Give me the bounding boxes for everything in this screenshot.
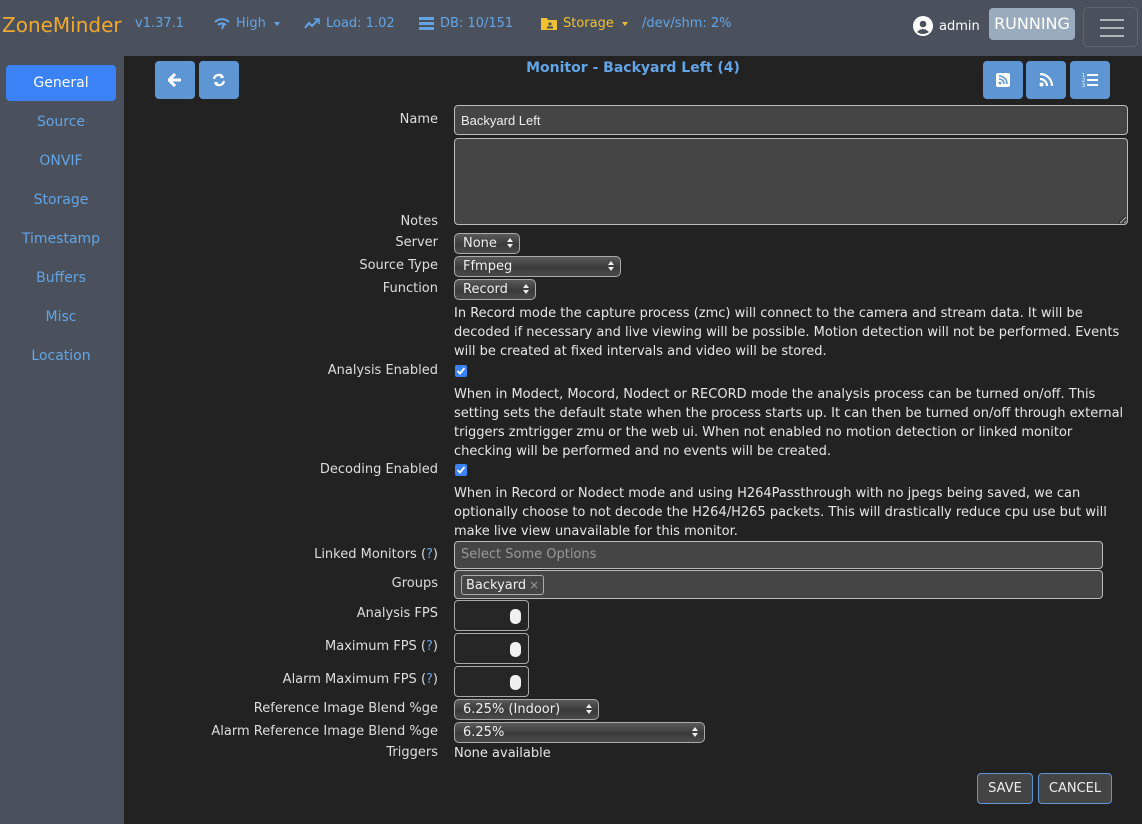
alarm-ref-blend-select[interactable]: 6.25%	[454, 722, 705, 743]
triggers-label: Triggers	[386, 745, 438, 760]
sidebar-item-source[interactable]: Source	[6, 104, 116, 140]
linked-monitors-label: Linked Monitors (?)	[314, 547, 438, 562]
function-label: Function	[382, 281, 438, 296]
spinner-icon[interactable]	[510, 675, 521, 690]
folder-user-icon	[541, 18, 557, 30]
svg-text:3: 3	[1082, 83, 1085, 88]
server-select[interactable]: None	[454, 233, 520, 254]
help-link[interactable]: ?	[426, 672, 433, 687]
spinner-icon[interactable]	[510, 609, 521, 624]
storage-dropdown[interactable]: Storage	[541, 16, 628, 31]
sidebar: General Source ONVIF Storage Timestamp B…	[0, 56, 124, 824]
db-indicator[interactable]: DB: 10/151	[419, 16, 513, 31]
alarm-ref-blend-select-value: 6.25%	[463, 725, 505, 740]
analysis-fps-label: Analysis FPS	[356, 606, 438, 621]
hamburger-icon	[1100, 19, 1124, 21]
sidebar-item-storage[interactable]: Storage	[6, 182, 116, 218]
sidebar-item-location[interactable]: Location	[6, 338, 116, 374]
group-chip-label: Backyard	[466, 578, 527, 593]
alarm-max-fps-input[interactable]	[454, 666, 529, 697]
decoding-help-text: When in Record or Nodect mode and using …	[454, 486, 1107, 539]
load-indicator[interactable]: Load: 1.02	[304, 16, 395, 31]
wifi-icon	[214, 18, 230, 30]
navbar-toggle-button[interactable]	[1083, 7, 1138, 47]
sidebar-item-buffers[interactable]: Buffers	[6, 260, 116, 296]
bandwidth-dropdown[interactable]: High	[214, 16, 280, 31]
database-icon	[419, 17, 434, 30]
top-navbar: ZoneMinder v1.37.1 High Load: 1.02 DB: 1…	[0, 0, 1142, 56]
select-arrows-icon	[586, 704, 592, 714]
sidebar-item-onvif[interactable]: ONVIF	[6, 143, 116, 179]
analysis-fps-input[interactable]	[454, 600, 529, 631]
groups-label: Groups	[391, 576, 438, 591]
select-arrows-icon	[608, 261, 614, 271]
server-select-value: None	[463, 236, 497, 251]
select-arrows-icon	[523, 284, 529, 294]
name-label: Name	[399, 112, 438, 127]
analysis-enabled-checkbox[interactable]	[455, 365, 467, 377]
ref-blend-select-value: 6.25% (Indoor)	[463, 702, 561, 717]
function-select-value: Record	[463, 282, 508, 297]
ref-blend-label: Reference Image Blend %ge	[253, 701, 438, 716]
decoding-enabled-label: Decoding Enabled	[319, 462, 438, 477]
linked-monitors-multiselect[interactable]: Select Some Options	[454, 541, 1103, 569]
help-link[interactable]: ?	[426, 639, 433, 654]
spinner-icon[interactable]	[510, 642, 521, 657]
bandwidth-label: High	[236, 16, 266, 31]
user-menu[interactable]: admin	[913, 16, 980, 36]
triggers-value: None available	[454, 746, 551, 761]
run-state-button[interactable]: RUNNING	[989, 8, 1075, 40]
list-ol-icon: 123	[1082, 73, 1098, 88]
check-icon	[456, 466, 466, 474]
rss-feed-button[interactable]	[1026, 61, 1066, 99]
select-arrows-icon	[692, 727, 698, 737]
function-help-text: In Record mode the capture process (zmc)…	[454, 306, 1120, 359]
alarm-ref-blend-label: Alarm Reference Image Blend %ge	[211, 724, 438, 739]
sidebar-item-general[interactable]: General	[6, 65, 116, 101]
select-arrows-icon	[507, 238, 513, 248]
load-label: Load: 1.02	[326, 16, 395, 31]
source-type-select[interactable]: Ffmpeg	[454, 256, 621, 277]
brand-logo[interactable]: ZoneMinder	[2, 13, 122, 37]
username: admin	[939, 18, 980, 34]
shm-indicator[interactable]: /dev/shm: 2%	[642, 16, 732, 31]
max-fps-input[interactable]	[454, 633, 529, 664]
rss-icon	[1039, 73, 1053, 87]
notes-label: Notes	[400, 214, 438, 229]
caret-down-icon	[621, 22, 628, 26]
save-button[interactable]: SAVE	[977, 773, 1033, 804]
server-label: Server	[395, 235, 438, 250]
storage-label: Storage	[563, 16, 614, 31]
remove-chip-icon[interactable]: ×	[529, 578, 539, 592]
ordered-list-button[interactable]: 123	[1070, 61, 1110, 99]
sidebar-item-timestamp[interactable]: Timestamp	[6, 221, 116, 257]
function-select[interactable]: Record	[454, 279, 536, 300]
rss-square-icon	[996, 73, 1010, 87]
notes-textarea[interactable]	[454, 138, 1128, 225]
analysis-help-text: When in Modect, Mocord, Nodect or RECORD…	[454, 387, 1124, 459]
decoding-enabled-checkbox[interactable]	[455, 464, 467, 476]
user-circle-icon	[913, 16, 933, 36]
db-label: DB: 10/151	[440, 16, 514, 31]
max-fps-label: Maximum FPS (?)	[325, 639, 438, 654]
check-icon	[456, 367, 466, 375]
version-label[interactable]: v1.37.1	[135, 16, 184, 31]
alarm-max-fps-label: Alarm Maximum FPS (?)	[282, 672, 438, 687]
analysis-enabled-label: Analysis Enabled	[327, 363, 438, 378]
sidebar-item-misc[interactable]: Misc	[6, 299, 116, 335]
source-type-select-value: Ffmpeg	[463, 259, 513, 274]
monitor-form-panel: Monitor - Backyard Left (4) 123 Name Not…	[124, 56, 1142, 824]
help-link[interactable]: ?	[426, 547, 433, 562]
ref-blend-select[interactable]: 6.25% (Indoor)	[454, 699, 599, 720]
caret-down-icon	[273, 22, 280, 26]
cancel-button[interactable]: CANCEL	[1038, 773, 1112, 804]
source-type-label: Source Type	[359, 258, 438, 273]
group-chip: Backyard ×	[461, 575, 545, 595]
groups-multiselect[interactable]: Backyard ×	[454, 570, 1103, 599]
chart-line-icon	[304, 18, 320, 29]
rss-square-button[interactable]	[983, 61, 1023, 99]
name-input[interactable]	[454, 105, 1128, 135]
